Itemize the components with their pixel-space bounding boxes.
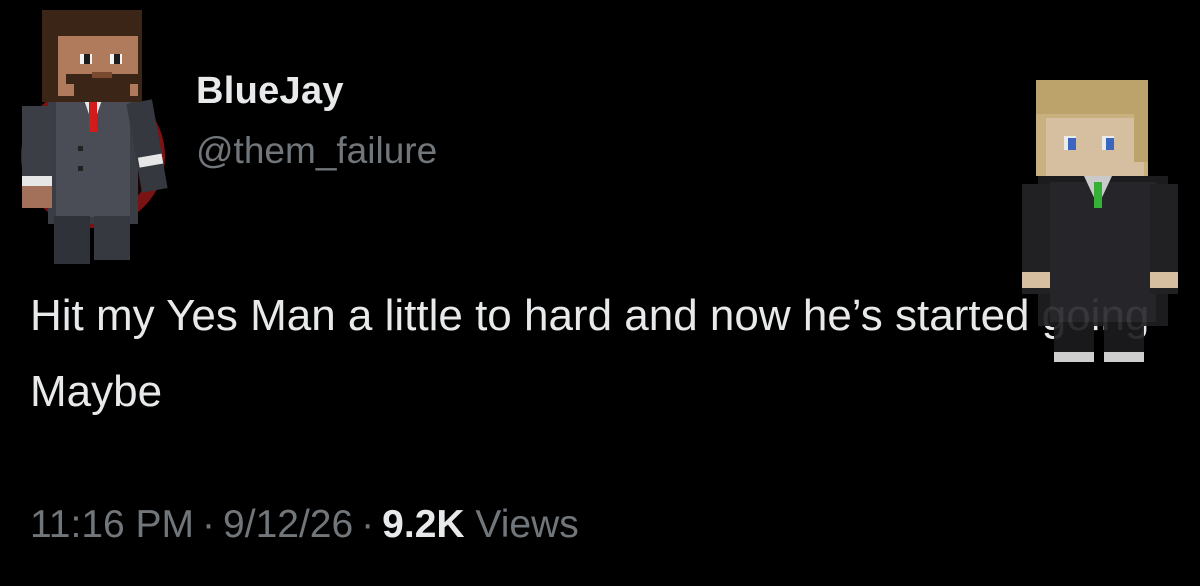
display-name[interactable]: BlueJay bbox=[196, 70, 344, 113]
tweet-text: Hit my Yes Man a little to hard and now … bbox=[30, 291, 1150, 416]
minecraft-avatar-icon bbox=[21, 10, 168, 264]
meta-separator: · bbox=[202, 503, 216, 546]
tweet-meta: 11:16 PM · 9/12/26 · 9.2K Views bbox=[30, 503, 579, 547]
tweet-time[interactable]: 11:16 PM bbox=[30, 503, 194, 546]
views-label: Views bbox=[475, 503, 579, 546]
meta-separator: · bbox=[361, 503, 375, 546]
tweet-date[interactable]: 9/12/26 bbox=[223, 503, 353, 546]
minecraft-sticker-icon bbox=[1018, 72, 1183, 372]
tweet-card: BlueJay @them_failure Hit my Yes Man a l… bbox=[0, 0, 1200, 586]
user-handle[interactable]: @them_failure bbox=[196, 130, 437, 172]
avatar[interactable] bbox=[18, 6, 168, 268]
views-count[interactable]: 9.2K bbox=[382, 503, 464, 546]
